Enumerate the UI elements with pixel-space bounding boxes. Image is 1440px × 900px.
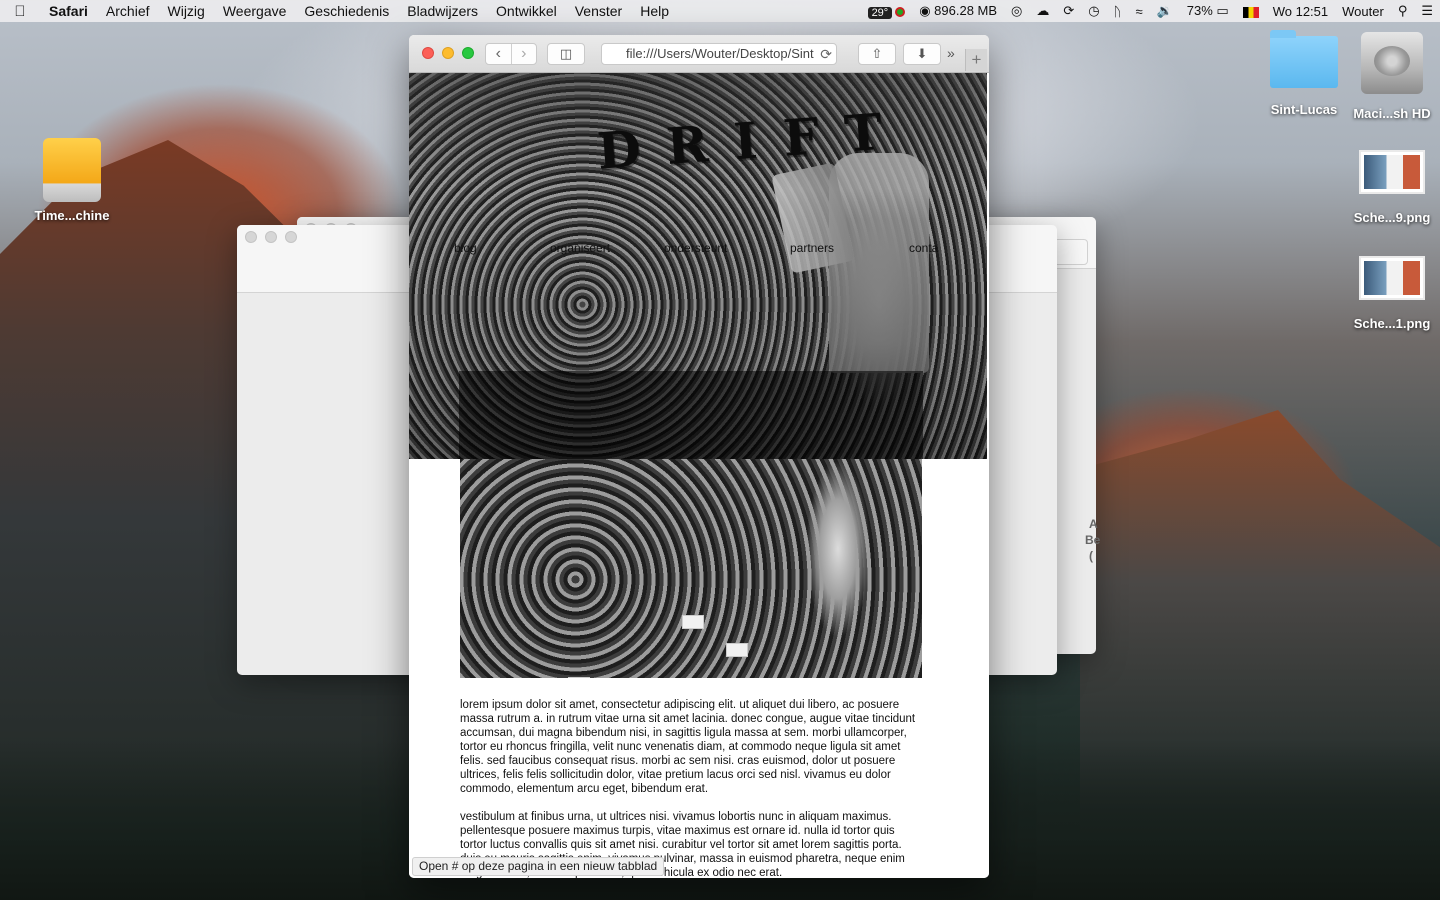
safari-window[interactable]: ‹ › ◫ file:///Users/Wouter/Desktop/Sint … (409, 35, 989, 878)
menu-venster[interactable]: Venster (566, 3, 631, 19)
sidebar-toggle-button[interactable]: ◫ (547, 43, 585, 65)
sync-icon[interactable]: ⟳ (1056, 3, 1081, 19)
menu-archief[interactable]: Archief (97, 3, 159, 19)
desktop-icon-label: Sche...9.png (1353, 210, 1431, 225)
record-status-icon (895, 7, 906, 18)
back-button[interactable]: ‹ (486, 44, 511, 64)
status-menus: 29° ◉ 896.28 MB ◎ ☁ ⟳ ◷ ᚢ ≈ 🔉 73% ▭ Wo 1… (861, 0, 1440, 22)
clock[interactable]: Wo 12:51 (1266, 4, 1335, 19)
desktop-icon-label: Sint-Lucas (1270, 102, 1338, 117)
nav-organiseert[interactable]: organiseert (550, 241, 610, 255)
minimize-window-button[interactable] (442, 47, 454, 59)
plant-label (568, 677, 590, 678)
menu-bladwijzers[interactable]: Bladwijzers (398, 3, 487, 19)
memory-status[interactable]: ◉ 896.28 MB (912, 3, 1004, 19)
plant-label (726, 643, 748, 657)
site-navigation: blog organiseert ondersteunt partners co… (409, 241, 987, 257)
time-machine-icon[interactable]: ◷ (1081, 3, 1106, 19)
temperature-status[interactable]: 29° (861, 4, 913, 19)
menu-bar:  Safari Archief Wijzig Weergave Geschie… (0, 0, 1440, 22)
menu-app-name[interactable]: Safari (40, 3, 97, 19)
battery-status[interactable]: 73% ▭ (1180, 3, 1236, 19)
hero-dark-band (459, 371, 923, 459)
desktop-icon-label: Maci...sh HD (1353, 106, 1431, 121)
input-source-flag-icon[interactable] (1236, 4, 1266, 19)
nav-ondersteunt[interactable]: ondersteunt (664, 241, 727, 255)
address-text: file:///Users/Wouter/Desktop/Sint (626, 46, 814, 61)
new-tab-button[interactable]: + (965, 49, 987, 71)
desktop-icon-sint-lucas[interactable]: Sint-Lucas (1254, 30, 1354, 117)
article-photo (460, 459, 922, 678)
nav-blog[interactable]: blog (454, 241, 477, 255)
desktop-icon-time-machine[interactable]: Time...chine (22, 138, 122, 223)
creative-cloud-icon[interactable]: ◎ (1004, 3, 1029, 19)
hard-disk-icon (1361, 32, 1423, 94)
belgian-flag-icon (1242, 6, 1259, 18)
forward-button[interactable]: › (510, 44, 537, 64)
menu-ontwikkel[interactable]: Ontwikkel (487, 3, 566, 19)
spotlight-search-icon[interactable]: ⚲ (1391, 3, 1415, 19)
notification-center-icon[interactable]: ☰ (1414, 3, 1440, 19)
menu-weergave[interactable]: Weergave (214, 3, 296, 19)
zoom-window-button[interactable] (462, 47, 474, 59)
desktop-icon-screenshot-9[interactable]: Sche...9.png (1342, 150, 1440, 225)
drive-icon (43, 138, 101, 202)
partial-text: Be (1085, 533, 1101, 547)
wifi-icon[interactable]: ≈ (1128, 4, 1149, 19)
desktop-icon-screenshot-1[interactable]: Sche...1.png (1342, 256, 1440, 331)
more-toolbar-items-icon[interactable]: » (947, 45, 955, 61)
image-file-icon (1359, 256, 1425, 300)
bluetooth-icon[interactable]: ᚢ (1107, 4, 1129, 19)
image-file-icon (1359, 150, 1425, 194)
nav-partners[interactable]: partners (790, 241, 834, 255)
nav-contact[interactable]: conta (909, 241, 938, 255)
menu-help[interactable]: Help (631, 3, 678, 19)
temperature-value: 29° (867, 6, 893, 19)
volume-icon[interactable]: 🔉 (1150, 3, 1180, 19)
window-controls (245, 231, 297, 243)
download-icon: ⬇ (916, 46, 928, 61)
safari-toolbar: ‹ › ◫ file:///Users/Wouter/Desktop/Sint … (409, 35, 989, 73)
status-bar: Open # op deze pagina in een nieuw tabbl… (412, 857, 665, 876)
close-window-button[interactable] (422, 47, 434, 59)
desktop-icon-macintosh-hd[interactable]: Maci...sh HD (1342, 32, 1440, 121)
downloads-button[interactable]: ⬇ (903, 43, 941, 65)
article-text: lorem ipsum dolor sit amet, consectetur … (460, 698, 924, 878)
battery-percentage: 73% (1186, 3, 1213, 18)
reload-icon[interactable]: ⟳ (818, 44, 832, 64)
user-menu[interactable]: Wouter (1335, 4, 1391, 19)
memory-value: 896.28 MB (934, 3, 998, 18)
web-page: DRIFT blog organiseert ondersteunt partn… (409, 73, 989, 878)
address-bar[interactable]: file:///Users/Wouter/Desktop/Sint ⟳ (601, 43, 837, 65)
share-button[interactable]: ⇧ (858, 43, 896, 65)
desktop-icon-label: Time...chine (34, 208, 110, 223)
paragraph: lorem ipsum dolor sit amet, consectetur … (460, 699, 916, 795)
cloud-icon[interactable]: ☁ (1029, 3, 1056, 19)
menu-wijzig[interactable]: Wijzig (159, 3, 214, 19)
apple-menu-icon[interactable]:  (0, 3, 40, 20)
menu-geschiedenis[interactable]: Geschiedenis (295, 3, 398, 19)
desktop-icon-label: Sche...1.png (1353, 316, 1431, 331)
partial-text: A (1089, 517, 1098, 531)
sidebar-icon: ◫ (559, 46, 573, 61)
navigation-buttons: ‹ › (485, 43, 537, 65)
plant-label (682, 615, 704, 629)
folder-icon (1270, 30, 1338, 88)
share-icon: ⇧ (871, 46, 883, 61)
partial-text: ( (1089, 549, 1093, 563)
